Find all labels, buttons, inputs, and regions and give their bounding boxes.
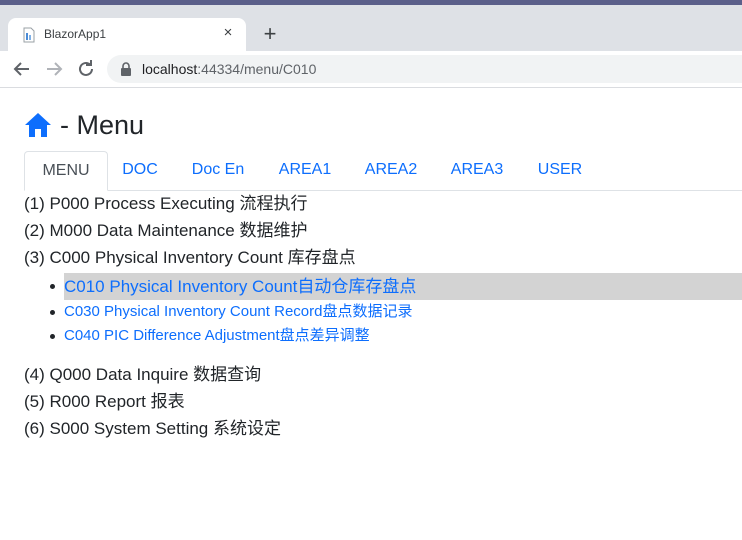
url-text: localhost:44334/menu/C010 <box>142 61 316 77</box>
page-title-text: - Menu <box>60 109 145 140</box>
url-path: :44334/menu/C010 <box>197 61 317 77</box>
submenu-c000: C010 Physical Inventory Count自动仓库存盘点 C03… <box>24 273 742 348</box>
tab-menu[interactable]: MENU <box>24 151 108 191</box>
menu-item-p000[interactable]: (1) P000 Process Executing 流程执行 <box>24 192 742 219</box>
submenu-item-c040[interactable]: C040 PIC Difference Adjustment盘点差异调整 <box>24 324 742 348</box>
page-icon <box>23 27 35 43</box>
menu-list: (1) P000 Process Executing 流程执行 (2) M000… <box>24 192 742 444</box>
browser-tab-title: BlazorApp1 <box>44 27 107 41</box>
submenu-item-c010[interactable]: C010 Physical Inventory Count自动仓库存盘点 <box>24 273 742 300</box>
bullet-icon <box>50 310 55 315</box>
home-icon[interactable] <box>24 112 52 138</box>
menu-item-m000[interactable]: (2) M000 Data Maintenance 数据维护 <box>24 219 742 246</box>
reload-icon[interactable] <box>74 57 98 81</box>
tab-area2[interactable]: AREA2 <box>354 151 428 190</box>
browser-toolbar: localhost:44334/menu/C010 <box>0 51 742 88</box>
submenu-link-c040[interactable]: C040 PIC Difference Adjustment盘点差异调整 <box>64 324 370 348</box>
back-arrow-icon[interactable] <box>10 57 34 81</box>
page-title: - Menu <box>24 108 144 142</box>
lock-icon[interactable] <box>119 62 133 76</box>
menu-item-c000[interactable]: (3) C000 Physical Inventory Count 库存盘点 <box>24 246 742 273</box>
close-tab-icon[interactable]: × <box>218 23 238 43</box>
new-tab-icon[interactable]: + <box>258 22 282 46</box>
submenu-link-c030[interactable]: C030 Physical Inventory Count Record盘点数据… <box>64 300 412 324</box>
menu-item-q000[interactable]: (4) Q000 Data Inquire 数据查询 <box>24 363 742 390</box>
tab-area1[interactable]: AREA1 <box>268 151 342 190</box>
submenu-link-c010[interactable]: C010 Physical Inventory Count自动仓库存盘点 <box>64 273 416 300</box>
forward-arrow-icon[interactable] <box>42 57 66 81</box>
nav-tabs: MENU DOC Doc En AREA1 AREA2 AREA3 USER <box>24 151 742 191</box>
tab-doc-en[interactable]: Doc En <box>178 151 258 190</box>
tab-user[interactable]: USER <box>528 151 592 190</box>
address-bar[interactable]: localhost:44334/menu/C010 <box>107 55 742 83</box>
browser-tab[interactable]: BlazorApp1 × <box>8 18 246 51</box>
browser-tab-strip: BlazorApp1 × + <box>0 5 742 51</box>
tab-area3[interactable]: AREA3 <box>440 151 514 190</box>
submenu-item-c030[interactable]: C030 Physical Inventory Count Record盘点数据… <box>24 300 742 324</box>
menu-item-s000[interactable]: (6) S000 System Setting 系统设定 <box>24 417 742 444</box>
tab-doc[interactable]: DOC <box>108 151 172 190</box>
url-host: localhost <box>142 61 198 77</box>
bullet-icon <box>50 334 55 339</box>
bullet-icon <box>50 284 55 289</box>
menu-item-r000[interactable]: (5) R000 Report 报表 <box>24 390 742 417</box>
